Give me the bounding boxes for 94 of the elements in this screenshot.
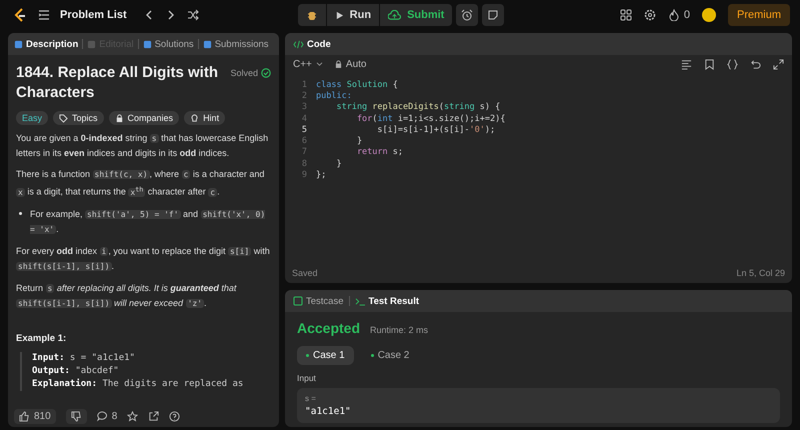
code-line: }; — [316, 170, 326, 180]
line-number: 8 — [300, 158, 307, 169]
line-number: 7 — [300, 147, 307, 158]
submit-button[interactable]: Submit — [380, 4, 452, 26]
example-line: Input: s = "a1c1e1" — [32, 352, 136, 365]
alarm-clock-icon[interactable] — [456, 4, 478, 26]
variable-value: "a1c1e1" — [305, 406, 352, 417]
comments-button[interactable]: 8 — [96, 410, 118, 422]
list-icon[interactable] — [38, 9, 50, 21]
note-icon[interactable] — [482, 4, 504, 26]
run-button[interactable]: Run — [326, 4, 380, 26]
panel-tab[interactable]: Submissions — [202, 38, 269, 50]
play-icon — [334, 10, 344, 20]
panel-tab[interactable]: Description — [14, 38, 78, 50]
code-line: } — [335, 158, 342, 169]
tag-icon — [59, 114, 68, 122]
lock-icon — [334, 60, 342, 68]
example-line: Output: "abcdef" — [32, 364, 120, 378]
panel-tab[interactable]: Solutions — [142, 38, 194, 50]
line-number: 9 — [300, 170, 307, 180]
description-paragraph: Return s after replacing all digits. It is guaranteed that shift(s[i-1], s[i]) will never exceed 'z' . — [16, 282, 238, 310]
logo-icon[interactable] — [12, 7, 28, 23]
problem-title: 1844. Replace All Digits with Characters — [16, 63, 220, 103]
speech-bubble-icon — [96, 410, 108, 422]
solved-status: Solved — [230, 68, 271, 78]
code-line: string replaceDigits(string s) { — [335, 102, 500, 112]
code-line: return s; — [356, 147, 404, 158]
line-number: 3 — [300, 102, 307, 112]
variable-name: s = — [305, 394, 317, 403]
tab-icon — [87, 40, 96, 48]
case-tab[interactable]: Case 1 — [297, 346, 354, 365]
settings-icon[interactable] — [644, 9, 656, 21]
code-tab[interactable]: Code — [293, 38, 331, 50]
tab-icon — [202, 40, 212, 48]
problem-list-link[interactable]: Problem List — [60, 9, 127, 21]
input-label: Input — [297, 373, 317, 383]
language-dropdown[interactable]: C++ — [293, 58, 323, 70]
grid-icon[interactable] — [620, 9, 632, 21]
terminal-icon — [354, 296, 366, 306]
undo-icon[interactable] — [750, 58, 761, 70]
description-paragraph: You are given a 0-indexed string s that has lowercase English letters in its even indices and digits in its odd indices. — [16, 132, 270, 160]
example-heading: Example 1: — [16, 332, 68, 344]
dislike-button[interactable] — [66, 408, 87, 424]
lightbulb-icon — [190, 114, 200, 122]
line-number: 1 — [300, 80, 307, 90]
expand-icon[interactable] — [773, 58, 784, 70]
streak-count: 0 — [684, 9, 690, 21]
line-number: 4 — [300, 114, 307, 124]
code-icon — [293, 40, 304, 48]
line-number: 6 — [300, 136, 307, 146]
tab-icon — [14, 40, 23, 48]
line-number: 2 — [300, 90, 307, 101]
chevron-down-icon — [316, 62, 323, 66]
tag-chip[interactable]: Companies — [108, 111, 180, 125]
star-icon[interactable] — [127, 410, 138, 422]
difficulty-badge: Easy — [16, 111, 48, 125]
lock-icon — [114, 114, 124, 122]
share-icon[interactable] — [148, 410, 160, 422]
case-tab[interactable]: Case 2 — [362, 346, 418, 365]
line-number: 5 — [300, 124, 307, 135]
cloud-upload-icon — [388, 10, 402, 20]
flame-icon[interactable] — [668, 9, 680, 21]
tab-icon — [142, 40, 152, 48]
avatar-icon[interactable] — [702, 8, 716, 22]
description-paragraph: For every odd index i , you want to replace the digit s[i] with shift(s[i-1], s[i]) . — [16, 244, 271, 273]
code-line: } — [356, 136, 362, 146]
code-line: s[i]=s[i-1]+(s[i]-'0'); — [376, 124, 496, 135]
auto-mode-toggle[interactable]: Auto — [334, 58, 366, 70]
debug-button[interactable] — [298, 4, 326, 26]
bookmark-icon[interactable] — [704, 58, 715, 70]
cursor-position: Ln 5, Col 29 — [736, 268, 785, 278]
tag-chip[interactable]: Hint — [184, 111, 226, 125]
save-status: Saved — [292, 268, 318, 278]
example-line: Explanation: The digits are replaced as — [32, 378, 244, 391]
tag-chip[interactable]: Topics — [53, 111, 104, 125]
code-line: for(int i=1;i<s.size();i+=2){ — [356, 114, 506, 124]
description-paragraph: There is a function shift(c, x) , where c is a character and x is a digit, that returns the x$^{th}$ character after c . — [16, 168, 266, 199]
braces-icon[interactable] — [727, 58, 738, 70]
format-icon[interactable] — [681, 58, 692, 70]
thumbs-down-icon — [70, 410, 82, 422]
premium-button[interactable]: Premium — [728, 4, 790, 26]
panel-tab[interactable]: Testcase — [293, 296, 344, 306]
help-icon[interactable] — [169, 410, 180, 422]
checkbox-icon — [293, 296, 303, 306]
thumbs-up-icon — [19, 410, 30, 422]
like-button[interactable]: 810 — [14, 408, 56, 424]
runtime-text: Runtime: 2 ms — [370, 325, 428, 335]
check-circle-icon — [261, 68, 271, 78]
verdict-text: Accepted — [297, 320, 360, 336]
shuffle-icon[interactable] — [186, 9, 199, 21]
code-line: class Solution { — [316, 80, 398, 90]
code-line: public: — [316, 90, 352, 101]
bug-icon — [306, 9, 318, 21]
panel-tab[interactable]: Test Result — [354, 296, 420, 306]
